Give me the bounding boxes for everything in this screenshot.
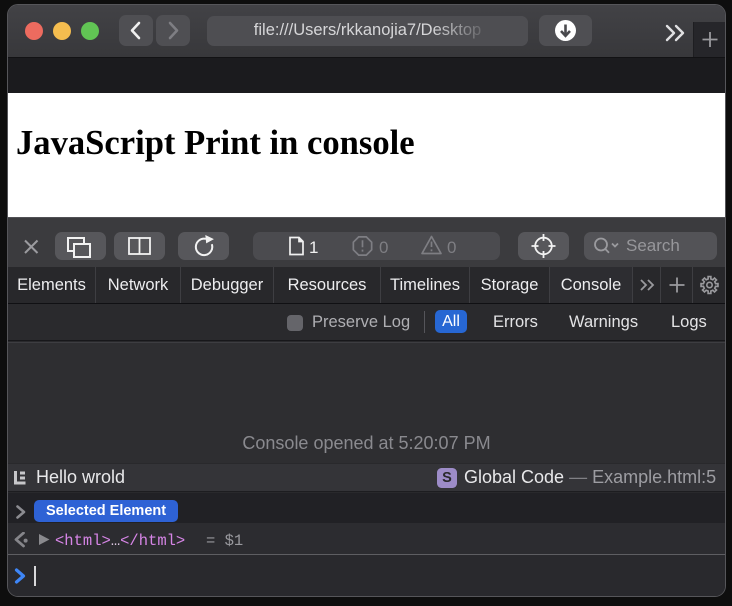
svg-text:1: 1 bbox=[309, 238, 318, 257]
svg-text:0: 0 bbox=[379, 238, 388, 257]
svg-text:0: 0 bbox=[447, 238, 456, 257]
